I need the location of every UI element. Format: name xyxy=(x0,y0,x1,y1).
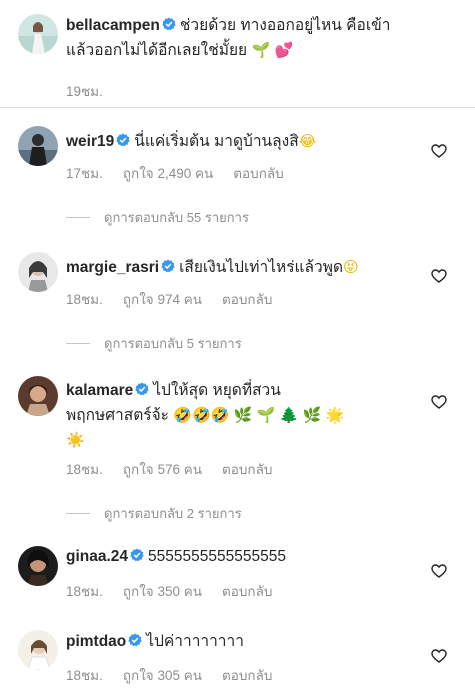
caption-text-line1: ช่วยด้วย ทางออกอยู่ไหน คือเข้า xyxy=(179,17,391,34)
comment-text: pimtdao ไปค่าาาาาาาา xyxy=(66,630,426,654)
view-replies-button[interactable]: ดูการตอบกลับ 2 รายการ xyxy=(66,503,242,524)
comment-likes[interactable]: ถูกใจ 576 คน xyxy=(123,462,202,477)
like-heart-icon[interactable] xyxy=(431,143,447,159)
avatar[interactable] xyxy=(18,126,58,166)
reply-button[interactable]: ตอบกลับ xyxy=(222,584,272,599)
comment-meta: 18ชม. ถูกใจ 576 คน ตอบกลับ xyxy=(66,458,272,480)
avatar[interactable] xyxy=(18,546,58,586)
avatar-image xyxy=(18,376,58,416)
view-replies-label: ดูการตอบกลับ 5 รายการ xyxy=(104,336,242,351)
comment-time: 18ชม. xyxy=(66,292,103,307)
avatar[interactable] xyxy=(18,14,58,54)
view-replies-button[interactable]: ดูการตอบกลับ 55 รายการ xyxy=(66,207,249,228)
view-replies-label: ดูการตอบกลับ 2 รายการ xyxy=(104,506,242,521)
comment-time: 18ชม. xyxy=(66,584,103,599)
verified-badge-icon xyxy=(116,133,130,147)
laughing-emoji-icon: 😂 xyxy=(298,132,317,150)
evergreen-tree-emoji-icon: 🌲 xyxy=(279,406,299,424)
comment-time: 18ชม. xyxy=(66,668,103,683)
glowing-star-emoji-icon: 🌟 xyxy=(325,406,345,424)
comment-body: ไปค่าาาาาาาา xyxy=(146,633,244,650)
like-heart-icon[interactable] xyxy=(431,648,447,664)
comment-username[interactable]: weir19 xyxy=(66,133,114,150)
comment-meta: 18ชม. ถูกใจ 305 คน ตอบกลับ xyxy=(66,664,272,686)
comment-text: kalamare ไปให้สุด หยุดที่สวน พฤกษศาสตร์จ้… xyxy=(66,379,426,453)
caption-text: bellacampen ช่วยด้วย ทางออกอยู่ไหน คือเข้… xyxy=(66,14,466,63)
caption-username[interactable]: bellacampen xyxy=(66,17,160,34)
herb-emoji-icon: 🌿 xyxy=(302,406,322,424)
like-heart-icon[interactable] xyxy=(431,394,447,410)
like-heart-icon[interactable] xyxy=(431,563,447,579)
view-replies-button[interactable]: ดูการตอบกลับ 5 รายการ xyxy=(66,333,242,354)
avatar-image xyxy=(18,252,58,292)
comment-meta: 18ชม. ถูกใจ 350 คน ตอบกลับ xyxy=(66,580,272,602)
divider-line xyxy=(66,513,90,514)
comment-body: นี่แค่เริ่มต้น มาดูบ้านลุงสิ xyxy=(134,133,299,150)
avatar[interactable] xyxy=(18,376,58,416)
verified-badge-icon xyxy=(128,633,142,647)
caption-text-line2: แล้วออกไม่ได้อีกเลยใช่มั้ยย xyxy=(66,42,248,59)
avatar-image xyxy=(18,630,58,670)
comment-meta: 18ชม. ถูกใจ 974 คน ตอบกลับ xyxy=(66,288,272,310)
comment-text: margie_rasri เสียเงินไปเท่าไหร่แล้วพูด😝 xyxy=(66,255,426,280)
sun-emoji-icon: ☀️ xyxy=(66,431,85,449)
comment-time: 17ชม. xyxy=(66,166,103,181)
verified-badge-icon xyxy=(130,548,144,562)
post-caption: bellacampen ช่วยด้วย ทางออกอยู่ไหน คือเข้… xyxy=(0,0,475,108)
comment-username[interactable]: ginaa.24 xyxy=(66,548,128,565)
comment-username[interactable]: margie_rasri xyxy=(66,259,159,276)
comment-body-line1: ไปให้สุด หยุดที่สวน xyxy=(153,382,281,399)
divider-line xyxy=(66,217,90,218)
avatar-image xyxy=(18,14,58,54)
rofl-emoji-icon: 🤣 xyxy=(192,406,211,424)
comment-body: เสียเงินไปเท่าไหร่แล้วพูด xyxy=(179,259,344,276)
comment-body: 5555555555555555 xyxy=(148,548,286,565)
comment-likes[interactable]: ถูกใจ 974 คน xyxy=(123,292,202,307)
reply-button[interactable]: ตอบกลับ xyxy=(222,292,272,307)
rofl-emoji-icon: 🤣 xyxy=(210,406,230,424)
reply-button[interactable]: ตอบกลับ xyxy=(233,166,283,181)
verified-badge-icon xyxy=(135,382,149,396)
caption-time: 19ชม. xyxy=(66,84,103,99)
comment-likes[interactable]: ถูกใจ 2,490 คน xyxy=(123,166,213,181)
tongue-out-emoji-icon: 😝 xyxy=(343,258,359,276)
verified-badge-icon xyxy=(161,259,175,273)
comment-text: weir19 นี่แค่เริ่มต้น มาดูบ้านลุงสิ😂 xyxy=(66,129,426,154)
view-replies-label: ดูการตอบกลับ 55 รายการ xyxy=(104,210,249,225)
comment-username[interactable]: pimtdao xyxy=(66,633,126,650)
seedling-emoji-icon: 🌱 xyxy=(251,41,271,59)
avatar-image xyxy=(18,546,58,586)
comment-text: ginaa.24 5555555555555555 xyxy=(66,545,426,569)
avatar[interactable] xyxy=(18,630,58,670)
divider-line xyxy=(66,343,90,344)
caption-meta: 19ชม. xyxy=(66,80,123,102)
avatar-image xyxy=(18,126,58,166)
like-heart-icon[interactable] xyxy=(431,268,447,284)
comment-time: 18ชม. xyxy=(66,462,103,477)
comment-body-line2: พฤกษศาสตร์จ้ะ xyxy=(66,407,170,424)
comment-meta: 17ชม. ถูกใจ 2,490 คน ตอบกลับ xyxy=(66,162,284,184)
reply-button[interactable]: ตอบกลับ xyxy=(222,462,272,477)
comment-likes[interactable]: ถูกใจ 350 คน xyxy=(123,584,202,599)
comment-username[interactable]: kalamare xyxy=(66,382,133,399)
rofl-emoji-icon: 🤣 xyxy=(173,406,193,424)
comment-likes[interactable]: ถูกใจ 305 คน xyxy=(123,668,202,683)
reply-button[interactable]: ตอบกลับ xyxy=(222,668,272,683)
two-hearts-emoji-icon: 💕 xyxy=(274,41,294,59)
seedling-emoji-icon: 🌱 xyxy=(256,406,276,424)
verified-badge-icon xyxy=(162,17,176,31)
avatar[interactable] xyxy=(18,252,58,292)
herb-emoji-icon: 🌿 xyxy=(233,406,253,424)
